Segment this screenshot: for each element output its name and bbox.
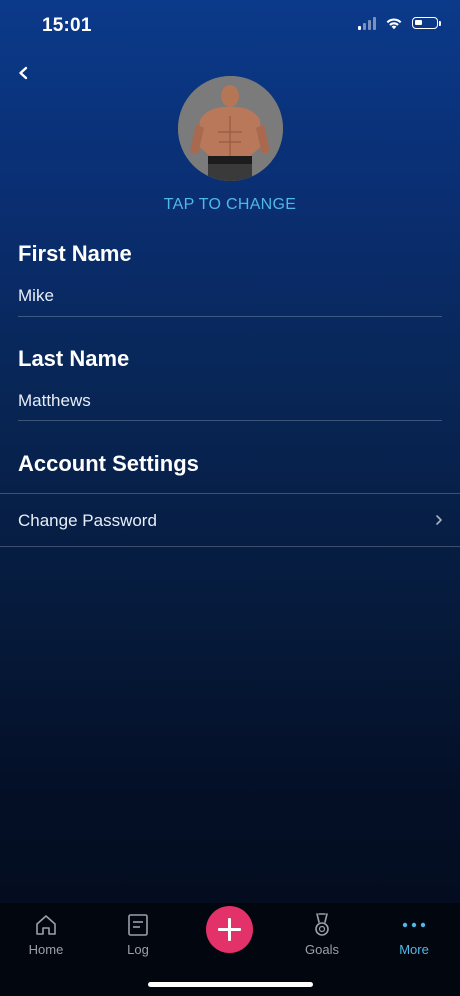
battery-icon — [412, 17, 441, 29]
chevron-right-icon — [436, 515, 442, 525]
log-icon — [128, 914, 148, 936]
status-time: 15:01 — [42, 15, 92, 36]
last-name-label: Last Name — [18, 346, 130, 371]
tab-more[interactable]: More — [368, 903, 460, 973]
home-icon — [36, 915, 56, 935]
battery-fill — [415, 20, 422, 25]
profile-avatar[interactable] — [178, 76, 283, 181]
tab-more-label: More — [399, 942, 429, 957]
tab-home-label: Home — [28, 942, 64, 957]
tab-log-label: Log — [127, 942, 149, 957]
status-bar: 15:01 — [0, 0, 460, 52]
first-name-divider — [18, 316, 442, 317]
back-chevron-icon[interactable] — [14, 62, 34, 84]
more-icon — [402, 922, 426, 928]
tab-goals[interactable]: Goals — [276, 903, 368, 973]
last-name-field[interactable]: Matthews — [18, 391, 91, 411]
tap-to-change-link[interactable]: TAP TO CHANGE — [0, 196, 460, 214]
change-password-label: Change Password — [18, 511, 157, 530]
last-name-divider — [18, 420, 442, 421]
wifi-icon — [386, 18, 402, 30]
change-password-row[interactable]: Change Password — [0, 494, 460, 546]
add-button[interactable] — [206, 906, 253, 953]
medal-icon — [315, 913, 329, 936]
first-name-field[interactable]: Mike — [18, 286, 54, 306]
account-settings-divider-bottom — [0, 546, 460, 547]
tab-log[interactable]: Log — [92, 903, 184, 973]
home-indicator — [148, 982, 313, 987]
tab-goals-label: Goals — [305, 942, 339, 957]
profile-photo — [178, 76, 283, 181]
cellular-signal-icon — [358, 16, 376, 30]
account-settings-heading: Account Settings — [18, 451, 199, 476]
first-name-label: First Name — [18, 241, 132, 266]
status-icons — [358, 16, 441, 30]
tab-home[interactable]: Home — [0, 903, 92, 973]
